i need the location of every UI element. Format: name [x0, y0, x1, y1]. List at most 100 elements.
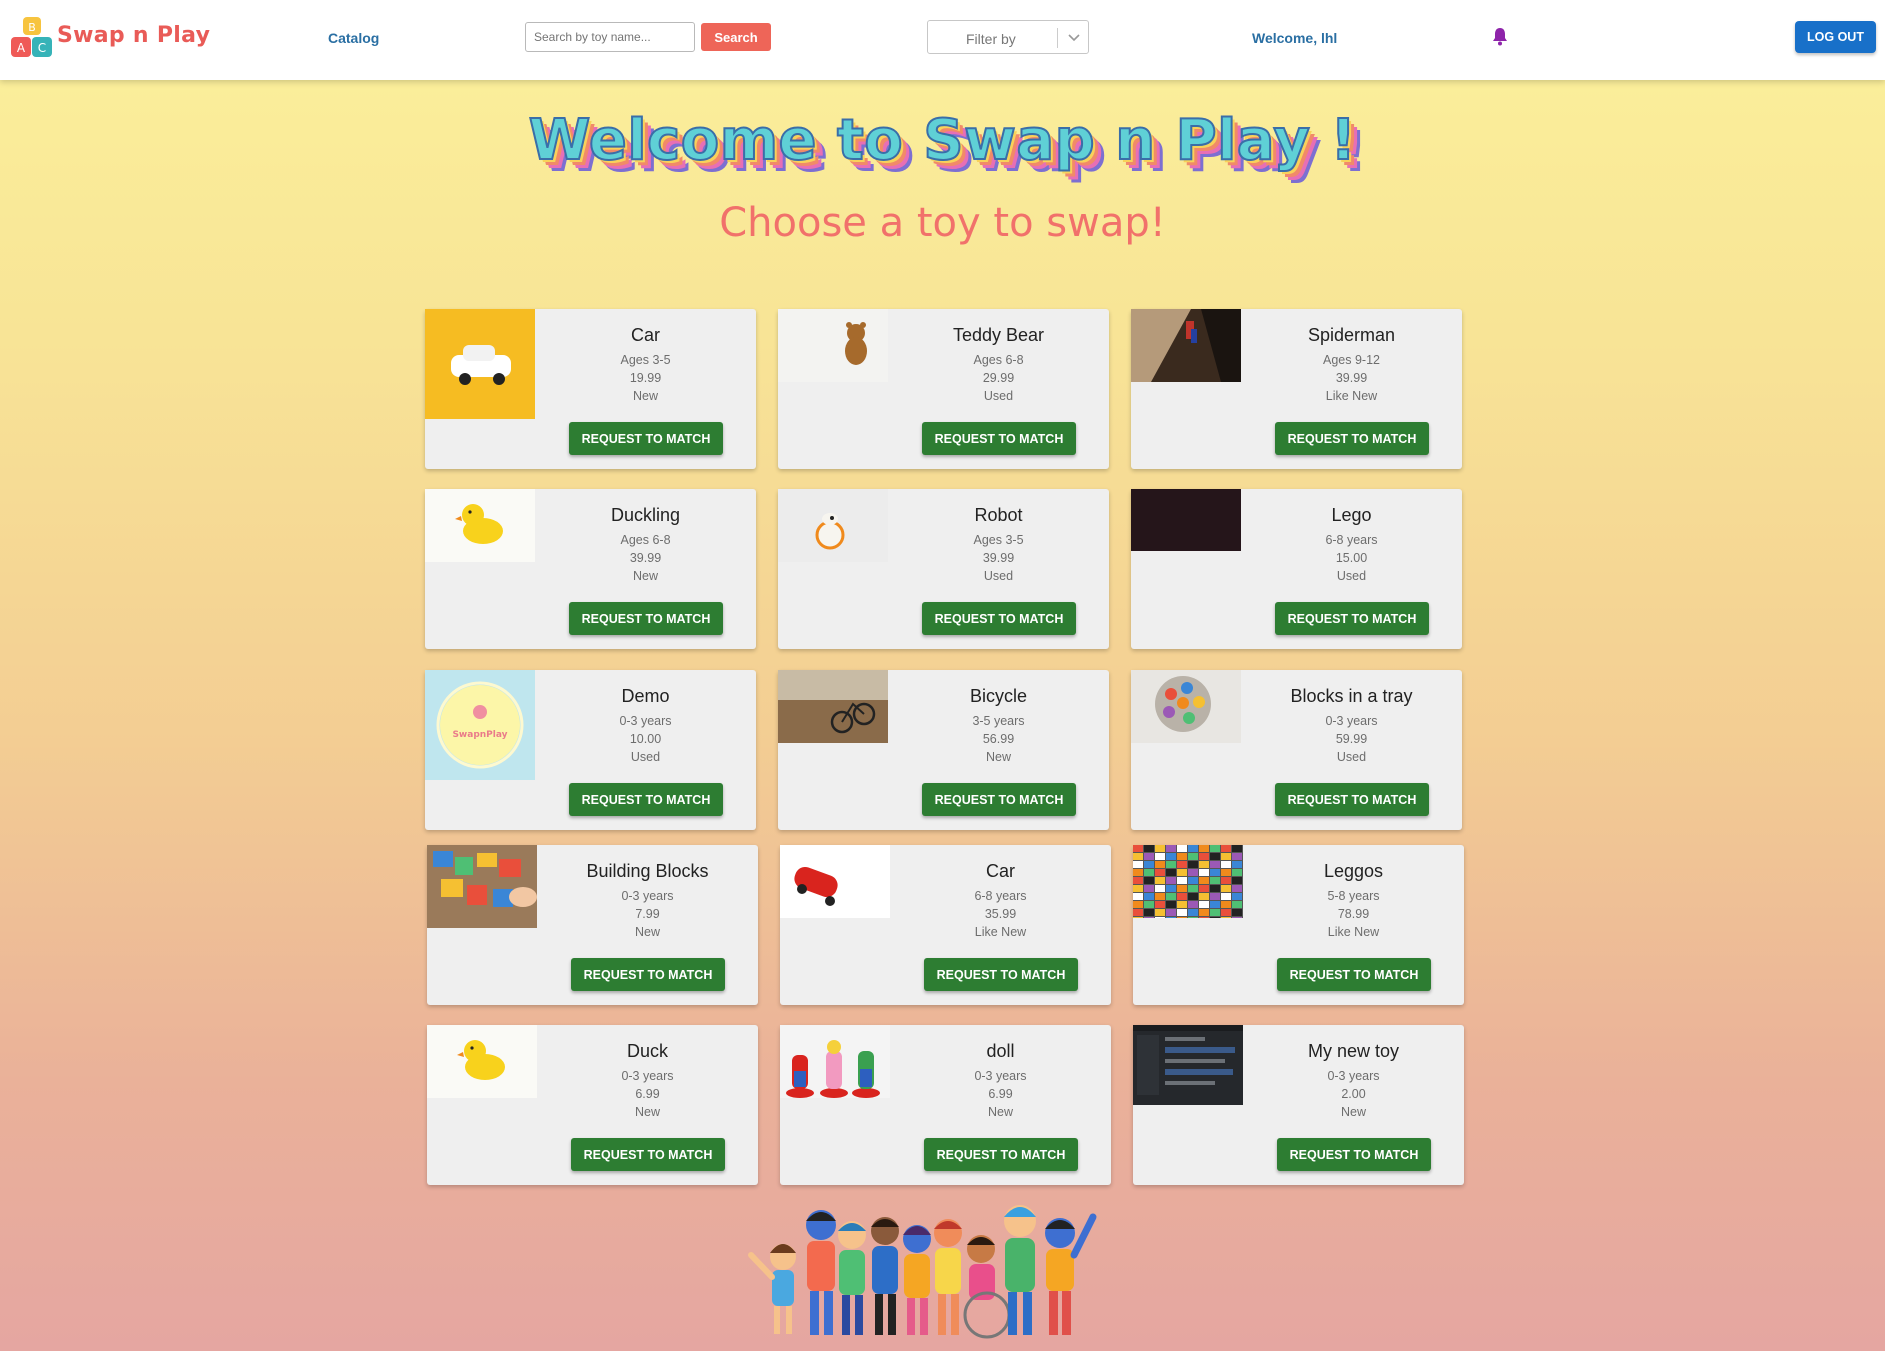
abc-blocks-logo[interactable]: B A C — [10, 16, 54, 58]
toy-card: Duck 0-3 years 6.99 New REQUEST TO MATCH — [427, 1025, 758, 1185]
toy-condition: New — [634, 1105, 660, 1119]
page-subtitle: Choose a toy to swap! — [719, 200, 1166, 246]
toy-price: 15.00 — [1335, 551, 1368, 565]
toy-name: Lego — [1331, 505, 1372, 525]
toy-image — [425, 309, 535, 419]
request-to-match-button[interactable]: REQUEST TO MATCH — [569, 602, 723, 635]
toy-age: 0-3 years — [1327, 1069, 1380, 1083]
request-to-match-button[interactable]: REQUEST TO MATCH — [1277, 958, 1431, 991]
toy-age: 0-3 years — [1325, 714, 1378, 728]
toy-price: 2.00 — [1341, 1087, 1366, 1101]
toy-price: 39.99 — [629, 551, 662, 565]
toy-age: 6-8 years — [974, 889, 1027, 903]
toy-name: Car — [985, 861, 1015, 881]
toy-condition: Like New — [1327, 925, 1380, 939]
toy-card: SwapnPlay Demo 0-3 years 10.00 Used REQUEST T… — [425, 670, 756, 830]
request-to-match-button[interactable]: REQUEST TO MATCH — [922, 422, 1076, 455]
toy-card: Building Blocks 0-3 years 7.99 New REQUEST T… — [427, 845, 758, 1005]
toy-image — [427, 1025, 537, 1098]
request-to-match-button[interactable]: REQUEST TO MATCH — [924, 958, 1078, 991]
page-title: Welcome to Swap n Play ! — [528, 107, 1357, 174]
toy-card: Duckling Ages 6-8 39.99 New REQUEST TO MATCH — [425, 489, 756, 649]
bell-icon[interactable] — [1491, 26, 1509, 46]
request-to-match-button[interactable]: REQUEST TO MATCH — [571, 958, 725, 991]
filter-select[interactable]: Filter by — [927, 20, 1089, 54]
toy-name: Spiderman — [1307, 325, 1396, 345]
chevron-down-icon[interactable] — [1065, 28, 1083, 46]
toy-price: 7.99 — [635, 907, 660, 921]
toy-card: My new toy 0-3 years 2.00 New REQUEST TO MAT… — [1133, 1025, 1464, 1185]
toy-card: Leggos 5-8 years 78.99 Like New REQUEST TO M… — [1133, 845, 1464, 1005]
toy-name: Building Blocks — [586, 861, 709, 881]
request-to-match-button[interactable]: REQUEST TO MATCH — [1275, 422, 1429, 455]
toy-price: 6.99 — [635, 1087, 660, 1101]
toy-card: Blocks in a tray 0-3 years 59.99 Used REQUES… — [1131, 670, 1462, 830]
toy-image — [1133, 1025, 1243, 1105]
toy-condition: Used — [1336, 750, 1367, 764]
request-to-match-button[interactable]: REQUEST TO MATCH — [571, 1138, 725, 1171]
request-to-match-button[interactable]: REQUEST TO MATCH — [569, 783, 723, 816]
toy-age: 0-3 years — [619, 714, 672, 728]
request-to-match-button[interactable]: REQUEST TO MATCH — [922, 602, 1076, 635]
svg-text:C: C — [38, 41, 46, 55]
request-to-match-button[interactable]: REQUEST TO MATCH — [924, 1138, 1078, 1171]
request-to-match-button[interactable]: REQUEST TO MATCH — [922, 783, 1076, 816]
toy-price: 10.00 — [629, 732, 662, 746]
toy-image — [427, 845, 537, 928]
toy-image — [780, 1025, 890, 1098]
svg-text:B: B — [28, 21, 36, 34]
toy-image: SwapnPlay — [425, 670, 535, 780]
toy-card: doll 0-3 years 6.99 New REQUEST TO MATCH — [780, 1025, 1111, 1185]
toy-age: 3-5 years — [972, 714, 1025, 728]
catalog-link[interactable]: Catalog — [328, 30, 379, 46]
kids-illustration — [748, 1205, 1097, 1339]
request-to-match-button[interactable]: REQUEST TO MATCH — [1275, 602, 1429, 635]
toy-name: doll — [986, 1041, 1015, 1061]
toy-image — [1131, 309, 1241, 382]
search-button[interactable]: Search — [701, 23, 771, 51]
request-to-match-button[interactable]: REQUEST TO MATCH — [569, 422, 723, 455]
toy-price: 29.99 — [982, 371, 1015, 385]
thumb-logo-text: SwapnPlay — [452, 730, 507, 740]
request-to-match-button[interactable]: REQUEST TO MATCH — [1275, 783, 1429, 816]
toy-card: Lego 6-8 years 15.00 Used REQUEST TO MATCH — [1131, 489, 1462, 649]
toy-condition: Used — [983, 389, 1014, 403]
toy-price: 59.99 — [1335, 732, 1368, 746]
toy-condition: New — [1340, 1105, 1366, 1119]
toy-age: Ages 9-12 — [1323, 353, 1380, 367]
toy-name: Demo — [621, 686, 670, 706]
toy-image — [1131, 670, 1241, 743]
toy-condition: New — [987, 1105, 1013, 1119]
toy-condition: Like New — [1325, 389, 1378, 403]
toy-age: 0-3 years — [621, 889, 674, 903]
logout-button[interactable]: LOG OUT — [1795, 21, 1876, 53]
toy-card: Spiderman Ages 9-12 39.99 Like New REQUEST T… — [1131, 309, 1462, 469]
toy-age: 0-3 years — [621, 1069, 674, 1083]
request-to-match-button[interactable]: REQUEST TO MATCH — [1277, 1138, 1431, 1171]
toy-card: Bicycle 3-5 years 56.99 New REQUEST TO MATCH — [778, 670, 1109, 830]
search-input[interactable] — [525, 22, 695, 52]
toy-name: My new toy — [1307, 1041, 1400, 1061]
svg-text:A: A — [17, 41, 26, 55]
toy-name: Teddy Bear — [952, 325, 1045, 345]
toy-image — [425, 489, 535, 562]
toy-age: Ages 3-5 — [620, 353, 671, 367]
toy-name: Duck — [626, 1041, 668, 1061]
brand-name[interactable]: Swap n Play — [57, 23, 210, 48]
toy-age: Ages 6-8 — [620, 533, 671, 547]
toy-condition: Used — [630, 750, 661, 764]
toy-price: 35.99 — [984, 907, 1017, 921]
toy-age: Ages 6-8 — [973, 353, 1024, 367]
toy-name: Duckling — [610, 505, 681, 525]
toy-card: Car Ages 3-5 19.99 New REQUEST TO MATCH — [425, 309, 756, 469]
toy-name: Leggos — [1323, 861, 1384, 881]
toy-price: 56.99 — [982, 732, 1015, 746]
filter-separator — [1057, 28, 1058, 48]
toy-condition: New — [634, 925, 660, 939]
toy-price: 78.99 — [1337, 907, 1370, 921]
toy-condition: New — [632, 569, 658, 583]
toy-condition: New — [632, 389, 658, 403]
toy-price: 39.99 — [1335, 371, 1368, 385]
toy-name: Blocks in a tray — [1290, 686, 1413, 706]
toy-price: 19.99 — [629, 371, 662, 385]
